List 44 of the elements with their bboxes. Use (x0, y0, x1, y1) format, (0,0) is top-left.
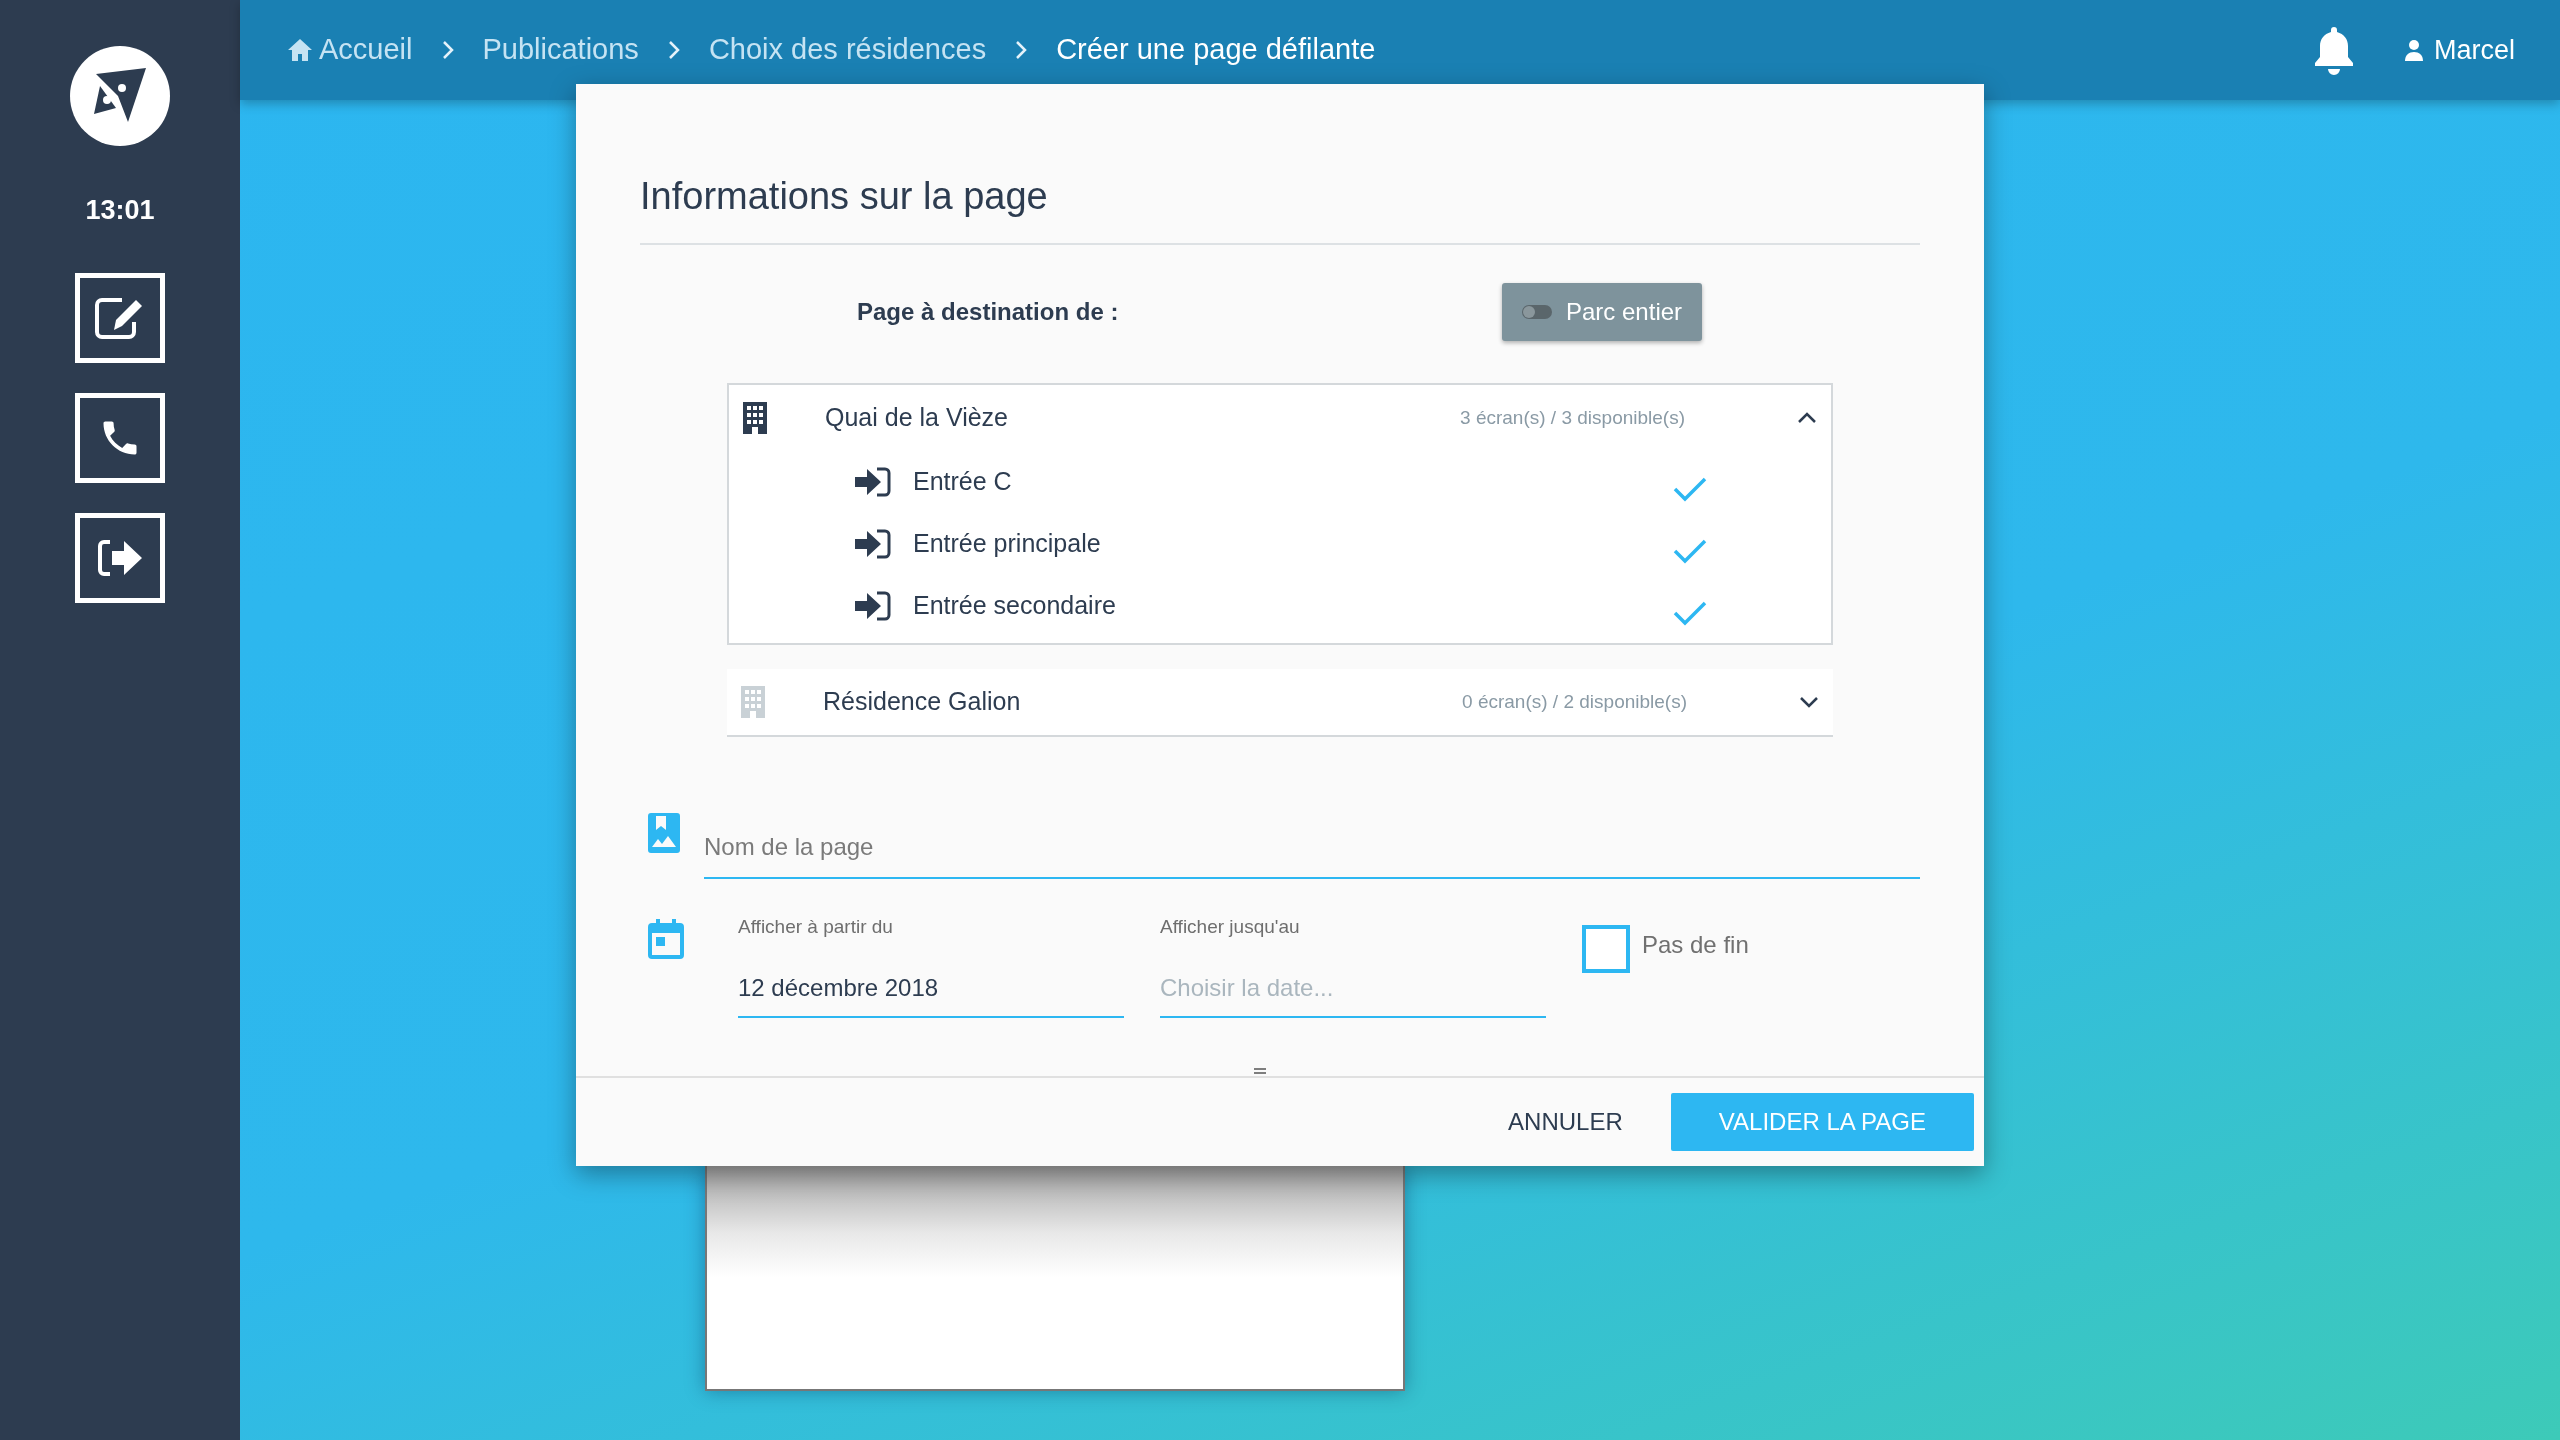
user-menu[interactable]: Marcel (2404, 29, 2515, 71)
home-icon (287, 38, 313, 62)
entrance-item[interactable]: Entrée C (729, 451, 1831, 513)
sign-in-icon (855, 529, 891, 559)
breadcrumb-link[interactable]: Publications (482, 28, 639, 72)
check-icon (1673, 538, 1707, 564)
residence-header[interactable]: Résidence Galion 0 écran(s) / 2 disponible(s) (727, 669, 1833, 735)
bell-icon (2312, 25, 2356, 75)
date-field[interactable]: Choisir la date... (1160, 959, 1546, 1018)
dialog-title: Informations sur la page (640, 168, 1920, 245)
building-icon (743, 402, 767, 434)
edit-button[interactable] (75, 272, 165, 363)
clock-time: 13:01 (85, 194, 155, 227)
logout-button[interactable] (75, 512, 165, 603)
bookmark-image-icon (648, 813, 680, 853)
building-icon (741, 686, 765, 718)
field-label: Page à destination de : (857, 297, 1120, 327)
sign-in-icon (855, 591, 891, 621)
date-field[interactable]: 12 décembre 2018 (738, 959, 1124, 1018)
person-icon (2404, 39, 2424, 61)
chevron-right-icon (440, 39, 455, 61)
breadcrumb-link[interactable]: Accueil (287, 28, 413, 72)
notifications-button[interactable] (2312, 25, 2356, 75)
entrance-item[interactable]: Entrée secondaire (729, 575, 1831, 637)
toggle-button[interactable]: Parc entier (1502, 283, 1703, 341)
cancel-button[interactable]: ANNULER (1488, 1092, 1643, 1151)
chevron-up-icon (1797, 412, 1817, 424)
entrance-item[interactable]: Entrée principale (729, 513, 1831, 575)
sign-in-icon (855, 467, 891, 497)
resize-handle-icon (1253, 1067, 1267, 1074)
field-label: Afficher à partir du (738, 915, 894, 939)
chevron-right-icon (1014, 39, 1029, 61)
breadcrumb-link[interactable]: Choix des résidences (708, 28, 987, 72)
chevron-right-icon (666, 39, 681, 61)
check-icon (1673, 476, 1707, 502)
no-end-checkbox[interactable]: Pas de fin (1582, 925, 1749, 973)
phone-button[interactable] (75, 392, 165, 483)
calendar-icon (648, 919, 684, 959)
breadcrumb-current[interactable]: Créer une page défilante (1056, 28, 1376, 72)
page-name-field[interactable]: Nom de la page (704, 817, 1920, 879)
residence-header[interactable]: Quai de la Vièze 3 écran(s) / 3 disponible(s) (729, 385, 1831, 451)
check-icon (1673, 600, 1707, 626)
chevron-down-icon (1799, 696, 1819, 708)
field-label: Afficher jusqu'au (1160, 915, 1301, 939)
